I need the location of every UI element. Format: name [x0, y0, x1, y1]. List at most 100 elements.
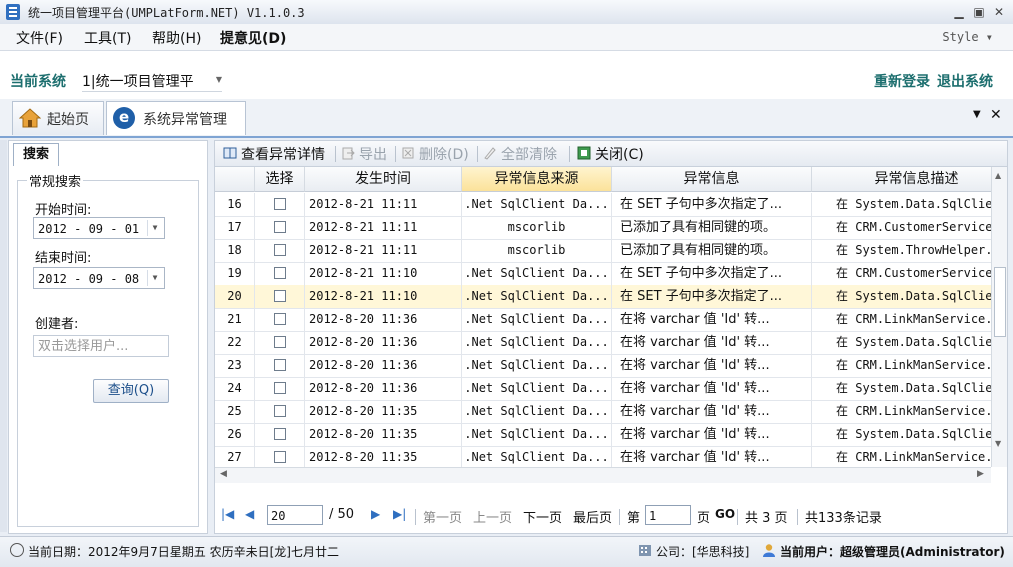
row-checkbox[interactable] [274, 405, 286, 417]
cell-no: 18 [215, 239, 255, 262]
column-header-source[interactable]: 异常信息来源 [462, 167, 612, 192]
window-title: 统一项目管理平台(UMPLatForm.NET) V1.1.0.3 [28, 6, 305, 20]
close-panel-button[interactable]: 关闭(C) [595, 144, 644, 164]
row-checkbox[interactable] [274, 428, 286, 440]
minimize-icon[interactable]: ▁ [950, 4, 968, 20]
table-row[interactable]: 19 2012-8-21 11:10 .Net SqlClient Da... 在 S… [215, 262, 991, 286]
table-row[interactable]: 16 2012-8-21 11:11 .Net SqlClient Da... 在 S… [215, 193, 991, 217]
row-checkbox[interactable] [274, 221, 286, 233]
cell-desc: 在 System.ThrowHelper. [812, 239, 991, 262]
cell-desc: 在 System.Data.SqlClie [812, 193, 991, 216]
go-button[interactable]: GO [715, 507, 735, 521]
creator-input[interactable]: 双击选择用户... [33, 335, 169, 357]
scroll-down-icon[interactable]: ▼ [995, 439, 1001, 448]
goto-suffix: 页 [697, 511, 711, 526]
table-row[interactable]: 18 2012-8-21 11:11 mscorlib 已添加了具有相同键的项。在 S… [215, 239, 991, 263]
scroll-right-icon[interactable]: ▶ [977, 469, 984, 479]
cell-msg: 在将 varchar 值 'Id' 转... [612, 308, 812, 331]
table-row[interactable]: 24 2012-8-20 11:36 .Net SqlClient Da... 在将 … [215, 377, 991, 401]
search-tab[interactable]: 搜索 [13, 143, 59, 166]
toolbar-separator [569, 146, 570, 162]
next-page-icon[interactable]: ▶ [371, 507, 380, 521]
page-size-input[interactable]: 20 [267, 505, 323, 525]
delete-button[interactable]: 删除(D) [419, 144, 469, 164]
tab-exception-manage[interactable]: 系统异常管理 [106, 101, 246, 135]
scroll-up-icon[interactable]: ▲ [995, 171, 1001, 180]
row-checkbox[interactable] [274, 313, 286, 325]
first-page-icon[interactable]: |◀ [221, 507, 234, 521]
select-cell [255, 285, 305, 308]
column-header-message[interactable]: 异常信息 [612, 167, 812, 192]
cell-source: .Net SqlClient Da... [462, 262, 612, 285]
menu-feedback[interactable]: 提意见(D) [220, 28, 286, 48]
menu-help[interactable]: 帮助(H) [152, 28, 201, 48]
logout-link[interactable]: 退出系统 [937, 71, 993, 91]
menu-tools[interactable]: 工具(T) [84, 28, 131, 48]
tab-start[interactable]: 起始页 [12, 101, 104, 135]
tab-list-dropdown-icon[interactable]: ▼ [973, 109, 981, 120]
scroll-left-icon[interactable]: ◀ [220, 469, 227, 479]
current-system-select[interactable]: 1|统一项目管理平 ▼ [82, 71, 222, 92]
start-date-picker[interactable]: 2012 - 09 - 01 ▼ [33, 217, 165, 239]
goto-page-input[interactable]: 1 [645, 505, 691, 525]
cell-no: 16 [215, 193, 255, 216]
query-button[interactable]: 查询(Q) [93, 379, 169, 403]
toolbar-separator [395, 146, 396, 162]
row-checkbox[interactable] [274, 198, 286, 210]
cell-source: .Net SqlClient Da... [462, 193, 612, 216]
cell-time: 2012-8-20 11:35 [305, 423, 462, 446]
relogin-link[interactable]: 重新登录 [874, 71, 930, 91]
menu-file[interactable]: 文件(F) [16, 28, 63, 48]
row-checkbox[interactable] [274, 336, 286, 348]
prev-page-link[interactable]: 上一页 [473, 507, 512, 526]
last-page-link[interactable]: 最后页 [573, 507, 612, 526]
cell-msg: 在 SET 子句中多次指定了... [612, 285, 812, 308]
row-checkbox[interactable] [274, 382, 286, 394]
style-dropdown[interactable]: Style ▾ [942, 30, 993, 44]
table-row[interactable]: 17 2012-8-21 11:11 mscorlib 已添加了具有相同键的项。在 C… [215, 216, 991, 240]
horizontal-scrollbar[interactable]: ◀ ▶ [215, 467, 991, 483]
close-icon[interactable]: ✕ [990, 4, 1008, 20]
cell-time: 2012-8-20 11:36 [305, 377, 462, 400]
last-page-icon[interactable]: ▶| [393, 507, 406, 521]
current-system-value: 1|统一项目管理平 [82, 74, 194, 90]
table-row[interactable]: 21 2012-8-20 11:36 .Net SqlClient Da... 在将 … [215, 308, 991, 332]
cell-desc: 在 System.Data.SqlClie [812, 331, 991, 354]
column-header-description[interactable]: 异常信息描述 [812, 167, 991, 192]
clear-all-button[interactable]: 全部清除 [501, 144, 557, 164]
table-row[interactable]: 27 2012-8-20 11:35 .Net SqlClient Da... 在将 … [215, 446, 991, 467]
row-checkbox[interactable] [274, 267, 286, 279]
table-row[interactable]: 25 2012-8-20 11:35 .Net SqlClient Da... 在将 … [215, 400, 991, 424]
cell-msg: 在将 varchar 值 'Id' 转... [612, 446, 812, 467]
cell-desc: 在 CRM.LinkManService. [812, 446, 991, 467]
cell-time: 2012-8-21 11:11 [305, 216, 462, 239]
table-row[interactable]: 26 2012-8-20 11:35 .Net SqlClient Da... 在将 … [215, 423, 991, 447]
column-header-select[interactable]: 选择 [255, 167, 305, 192]
row-checkbox[interactable] [274, 290, 286, 302]
vertical-scrollbar[interactable]: ▲ ▼ [991, 167, 1007, 467]
table-row[interactable]: 23 2012-8-20 11:36 .Net SqlClient Da... 在将 … [215, 354, 991, 378]
maximize-icon[interactable]: ▣ [970, 4, 988, 20]
table-row[interactable]: 22 2012-8-20 11:36 .Net SqlClient Da... 在将 … [215, 331, 991, 355]
exception-icon [113, 107, 135, 129]
select-cell [255, 239, 305, 262]
row-checkbox[interactable] [274, 244, 286, 256]
cell-time: 2012-8-21 11:11 [305, 239, 462, 262]
side-splitter[interactable] [0, 140, 7, 532]
cell-msg: 在将 varchar 值 'Id' 转... [612, 423, 812, 446]
end-date-picker[interactable]: 2012 - 09 - 08 ▼ [33, 267, 165, 289]
table-row[interactable]: 20 2012-8-21 11:10 .Net SqlClient Da... 在 S… [215, 285, 991, 309]
view-detail-button[interactable]: 查看异常详情 [241, 144, 325, 164]
chevron-down-icon: ▼ [215, 75, 222, 84]
column-header-time[interactable]: 发生时间 [305, 167, 462, 192]
first-page-link[interactable]: 第一页 [423, 507, 462, 526]
tab-close-icon[interactable]: ✕ [990, 107, 1002, 123]
select-cell [255, 377, 305, 400]
export-button[interactable]: 导出 [359, 144, 387, 164]
prev-page-icon[interactable]: ◀ [245, 507, 254, 521]
scrollbar-thumb[interactable] [994, 267, 1006, 337]
row-checkbox[interactable] [274, 451, 286, 463]
page-count-text: / 50 [329, 507, 355, 522]
row-checkbox[interactable] [274, 359, 286, 371]
next-page-link[interactable]: 下一页 [523, 507, 562, 526]
